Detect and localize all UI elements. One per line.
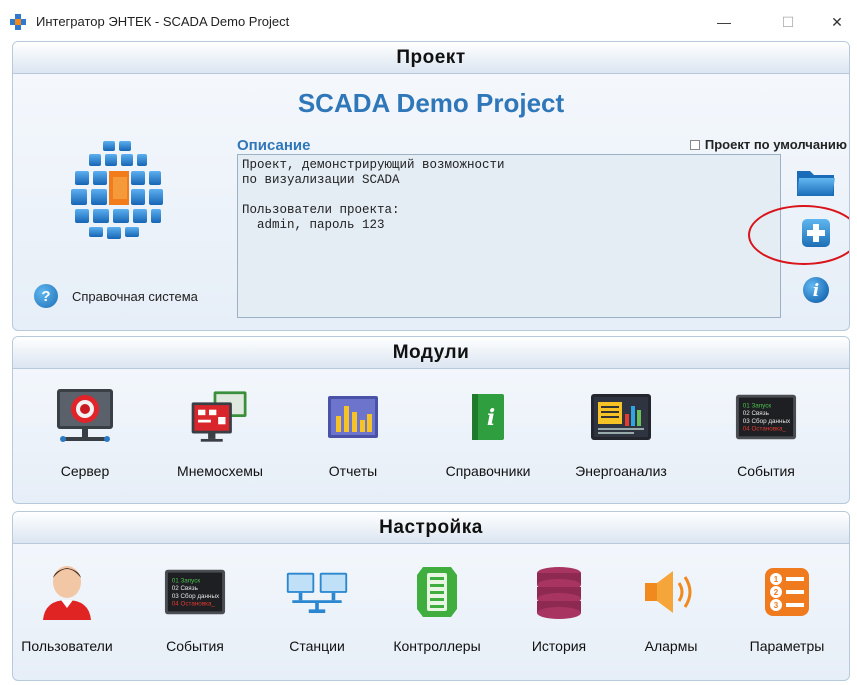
- history-icon[interactable]: [527, 560, 591, 624]
- module-reports[interactable]: Отчеты: [293, 369, 413, 503]
- info-icon[interactable]: i: [796, 272, 836, 308]
- events-icon[interactable]: 01 Запуск 02 Связь 03 Сбор данных 04 Ост…: [163, 560, 227, 624]
- help-icon[interactable]: ?: [34, 284, 58, 308]
- description-textarea[interactable]: Проект, демонстрирующий возможности по в…: [237, 154, 781, 318]
- users-icon[interactable]: [35, 560, 99, 624]
- help-system-label: Справочная система: [72, 288, 198, 304]
- window-title: Интегратор ЭНТЕК - SCADA Demo Project: [36, 14, 290, 29]
- event-line-1: 01 Запуск: [172, 577, 201, 584]
- module-mnemonic-label: Мнемосхемы: [177, 463, 263, 479]
- project-name: SCADA Demo Project: [297, 88, 565, 118]
- svg-text:i: i: [487, 405, 495, 431]
- settings-parameters[interactable]: 1 2 3 Параметры: [727, 544, 847, 678]
- project-header: Проект: [13, 42, 849, 74]
- event-line-2: 02 Связь: [743, 410, 770, 417]
- default-project-checkbox[interactable]: Проект по умолчанию: [689, 137, 847, 152]
- param-num-3: 3: [774, 601, 779, 610]
- module-mnemonic[interactable]: Мнемосхемы: [160, 369, 280, 503]
- controllers-icon[interactable]: [405, 560, 469, 624]
- module-server-label: Сервер: [60, 463, 110, 479]
- settings-parameters-label: Параметры: [749, 638, 825, 654]
- app-icon: [10, 14, 26, 30]
- energy-analysis-icon[interactable]: [589, 385, 653, 449]
- param-num-1: 1: [774, 575, 779, 584]
- description-label: Описание: [237, 137, 311, 154]
- event-line-4: 04 Остановка_: [743, 426, 787, 433]
- settings-stations-label: Станции: [289, 638, 345, 654]
- module-energy-label: Энергоанализ: [575, 463, 667, 479]
- add-icon[interactable]: [796, 215, 836, 251]
- settings-header: Настройка: [13, 512, 849, 544]
- settings-controllers-label: Контроллеры: [393, 638, 481, 654]
- settings-events-label: События: [166, 638, 224, 654]
- settings-events[interactable]: 01 Запуск 02 Связь 03 Сбор данных 04 Ост…: [135, 544, 255, 678]
- event-line-2: 02 Связь: [172, 585, 199, 592]
- title-bar: Интегратор ЭНТЕК - SCADA Demo Project — …: [0, 0, 857, 40]
- settings-panel: Настройка Пользователи 01 Запуск 02 Связ: [12, 511, 850, 681]
- settings-history[interactable]: История: [499, 544, 619, 678]
- parameters-icon[interactable]: 1 2 3: [755, 560, 819, 624]
- settings-stations[interactable]: Станции: [257, 544, 377, 678]
- minimize-button[interactable]: —: [704, 8, 744, 36]
- modules-row: Сервер Мнемосхемы Отчеты i Справочники Э…: [13, 369, 849, 503]
- maximize-button[interactable]: ☐: [768, 8, 808, 36]
- param-num-2: 2: [774, 588, 779, 597]
- svg-text:i: i: [813, 281, 819, 301]
- stations-icon[interactable]: [285, 560, 349, 624]
- settings-row: Пользователи 01 Запуск 02 Связь 03 Сбор …: [13, 544, 849, 680]
- help-system-link[interactable]: ? Справочная система: [34, 284, 198, 308]
- events-icon[interactable]: 01 Запуск 02 Связь 03 Сбор данных 04 Ост…: [734, 385, 798, 449]
- module-reports-label: Отчеты: [328, 463, 378, 479]
- server-icon[interactable]: [53, 385, 117, 449]
- settings-controllers[interactable]: Контроллеры: [377, 544, 497, 678]
- settings-history-label: История: [531, 638, 587, 654]
- project-panel: Проект SCADA Demo Project Описание Проек…: [12, 41, 850, 331]
- settings-alarms-label: Алармы: [644, 638, 698, 654]
- modules-header: Модули: [13, 337, 849, 369]
- event-line-3: 03 Сбор данных: [743, 417, 791, 425]
- module-directories[interactable]: i Справочники: [428, 369, 548, 503]
- settings-alarms[interactable]: Алармы: [611, 544, 731, 678]
- module-server[interactable]: Сервер: [25, 369, 145, 503]
- module-directories-label: Справочники: [445, 463, 531, 479]
- modules-panel: Модули Сервер Мнемосхемы Отчеты i Справо…: [12, 336, 850, 504]
- mnemonic-icon[interactable]: [188, 385, 252, 449]
- project-logo-icon: [71, 141, 163, 239]
- open-folder-icon[interactable]: [796, 164, 836, 200]
- module-energy[interactable]: Энергоанализ: [561, 369, 681, 503]
- event-line-1: 01 Запуск: [743, 402, 772, 409]
- event-line-3: 03 Сбор данных: [172, 592, 220, 600]
- module-events[interactable]: 01 Запуск 02 Связь 03 Сбор данных 04 Ост…: [706, 369, 826, 503]
- directories-icon[interactable]: i: [456, 385, 520, 449]
- checkbox-box[interactable]: [689, 139, 700, 150]
- module-events-label: События: [737, 463, 795, 479]
- default-project-label: Проект по умолчанию: [704, 137, 847, 152]
- settings-users[interactable]: Пользователи: [13, 544, 127, 678]
- reports-icon[interactable]: [321, 385, 385, 449]
- alarms-icon[interactable]: [639, 560, 703, 624]
- event-line-4: 04 Остановка_: [172, 601, 216, 608]
- close-button[interactable]: ✕: [817, 8, 857, 36]
- settings-users-label: Пользователи: [21, 638, 113, 654]
